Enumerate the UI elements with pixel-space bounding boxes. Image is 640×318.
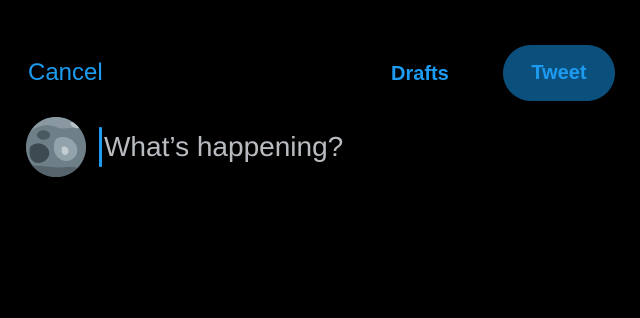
compose-row — [26, 117, 626, 177]
compose-tweet-screen: Cancel Drafts Tweet — [0, 0, 640, 318]
compose-top-bar: Cancel Drafts Tweet — [0, 44, 640, 102]
text-cursor — [99, 127, 102, 167]
profile-photo-icon — [26, 117, 86, 177]
tweet-text-input[interactable] — [104, 128, 604, 166]
drafts-button[interactable]: Drafts — [391, 60, 449, 88]
cancel-button[interactable]: Cancel — [28, 58, 103, 88]
tweet-button[interactable]: Tweet — [503, 45, 615, 101]
avatar[interactable] — [26, 117, 86, 177]
